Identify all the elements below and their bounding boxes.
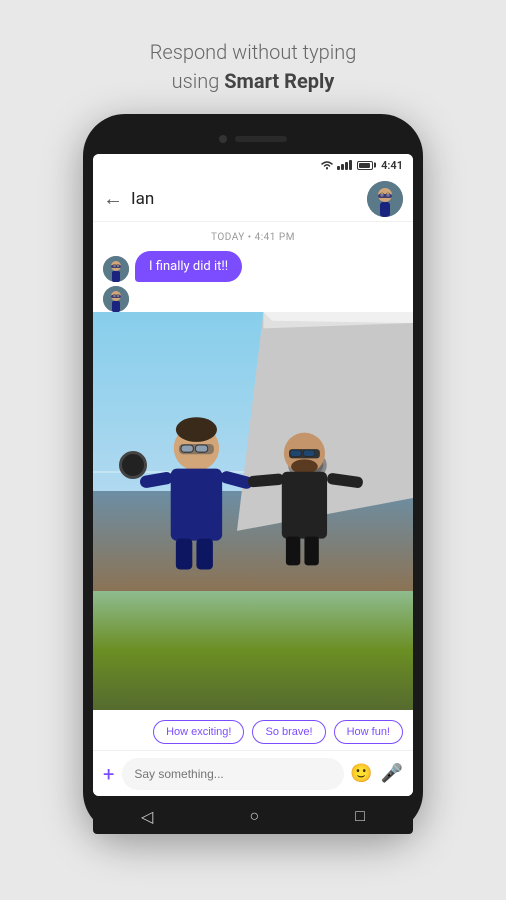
bottom-nav: ◁ ○ □ <box>93 798 413 834</box>
header-line2-normal: using <box>172 69 225 93</box>
contact-avatar[interactable] <box>367 181 403 217</box>
emoji-button[interactable]: 🙂 <box>350 763 372 784</box>
reply-chip-2[interactable]: So brave! <box>252 720 325 744</box>
phone-speaker <box>235 136 287 142</box>
status-time: 4:41 <box>381 159 403 172</box>
skydive-photo <box>93 312 413 710</box>
header-line1: Respond without typing <box>150 40 357 64</box>
message-bubble: I finally did it!! <box>135 251 242 282</box>
battery-icon <box>357 161 373 170</box>
status-bar: 4:41 <box>93 154 413 176</box>
back-button[interactable]: ← <box>103 186 123 211</box>
reply-chip-3[interactable]: How fun! <box>334 720 403 744</box>
sender-avatar <box>103 256 129 282</box>
input-bar: + 🙂 🎤 <box>93 750 413 796</box>
second-avatar-row <box>103 286 403 312</box>
messages-container: TODAY • 4:41 PM I finally did it! <box>93 222 413 312</box>
front-camera <box>219 135 227 143</box>
reply-chip-1[interactable]: How exciting! <box>153 720 244 744</box>
input-icons: 🙂 🎤 <box>350 763 403 784</box>
promo-header: Respond without typing using Smart Reply <box>150 38 357 96</box>
message-input[interactable] <box>122 758 344 790</box>
avatar-image <box>367 181 403 217</box>
chat-area: TODAY • 4:41 PM I finally did it! <box>93 222 413 796</box>
smart-reply-area: How exciting! So brave! How fun! <box>93 710 413 750</box>
date-label: TODAY • 4:41 PM <box>103 232 403 243</box>
add-button[interactable]: + <box>103 762 114 786</box>
phone-shell: 4:41 ← Ian <box>83 114 423 834</box>
mic-button[interactable]: 🎤 <box>381 763 403 784</box>
recent-nav-button[interactable]: □ <box>355 806 365 826</box>
home-nav-button[interactable]: ○ <box>249 806 259 826</box>
header-line2-bold: Smart Reply <box>224 69 334 93</box>
sender-avatar-2 <box>103 286 129 312</box>
people-figures <box>109 400 397 599</box>
sender-avatar-image <box>103 256 129 282</box>
contact-name: Ian <box>131 189 367 209</box>
plane-wheel <box>119 451 147 479</box>
sender-avatar-image-2 <box>103 286 129 312</box>
wifi-icon <box>320 160 334 170</box>
avatar-placeholder <box>367 181 403 217</box>
ground <box>93 591 413 710</box>
signal-icon <box>337 160 352 170</box>
phone-top-bezel <box>93 128 413 150</box>
app-bar: ← Ian <box>93 176 413 222</box>
phone-screen: 4:41 ← Ian <box>93 154 413 796</box>
status-icons <box>320 160 373 170</box>
back-nav-button[interactable]: ◁ <box>141 807 153 826</box>
message-row: I finally did it!! <box>103 251 403 282</box>
